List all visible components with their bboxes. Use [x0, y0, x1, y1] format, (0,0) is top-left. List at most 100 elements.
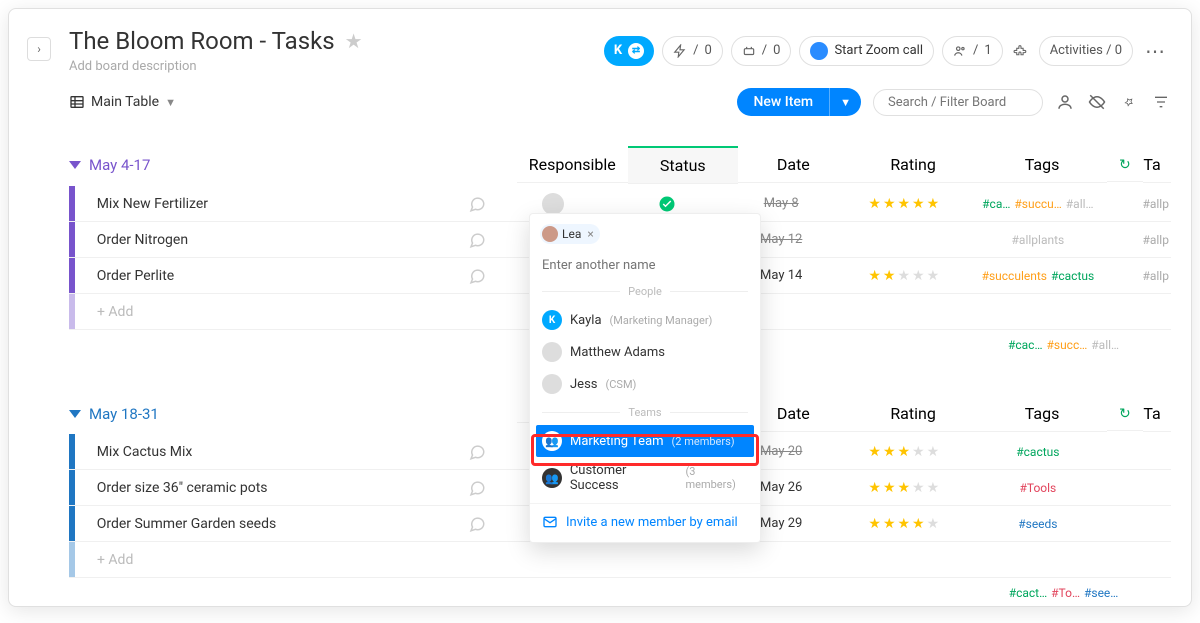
- people-separator: People: [530, 279, 760, 304]
- board-description[interactable]: Add board description: [69, 59, 604, 74]
- person-search-input[interactable]: [530, 252, 760, 279]
- group-collapse-icon[interactable]: [69, 410, 81, 418]
- team-option[interactable]: 👥Customer Success (3 members): [530, 457, 760, 499]
- col-tags[interactable]: Tags: [978, 396, 1107, 432]
- auto2-count: 0: [773, 43, 780, 58]
- task-name[interactable]: Order Summer Garden seeds: [97, 516, 277, 532]
- chevron-down-icon: ▼: [165, 96, 176, 109]
- auto1-count: 0: [704, 43, 711, 58]
- activities-label: Activities / 0: [1050, 43, 1122, 58]
- tags-cell[interactable]: #Tools: [971, 481, 1104, 495]
- people-label: People: [628, 285, 662, 298]
- tags-cell[interactable]: #cactus: [971, 445, 1104, 459]
- chat-icon[interactable]: [468, 443, 486, 461]
- person-name: Matthew Adams: [570, 345, 665, 360]
- automation-2[interactable]: / 0: [731, 36, 792, 66]
- table-icon: [69, 94, 85, 110]
- col-extra[interactable]: Ta: [1143, 147, 1171, 183]
- hide-columns-icon[interactable]: [1087, 93, 1107, 111]
- person-picker-dropdown: Lea × People KKayla (Marketing Manager) M…: [529, 213, 761, 543]
- col-rating[interactable]: Rating: [849, 147, 978, 183]
- new-item-label[interactable]: New Item: [737, 88, 829, 116]
- new-item-button[interactable]: New Item ▼: [737, 88, 861, 116]
- invite-member-link[interactable]: Invite a new member by email: [530, 503, 760, 534]
- zoom-button[interactable]: Start Zoom call: [799, 36, 934, 66]
- auto1-sep: /: [693, 43, 698, 58]
- mail-icon: [542, 514, 558, 530]
- members-button[interactable]: / 1: [942, 36, 1003, 66]
- task-name[interactable]: Order Perlite: [97, 268, 175, 284]
- chat-icon[interactable]: [468, 479, 486, 497]
- task-color-bar: [69, 542, 75, 577]
- robot-icon: [742, 44, 756, 58]
- avatar-icon: K: [542, 310, 562, 330]
- chat-icon[interactable]: [468, 231, 486, 249]
- rating-cell[interactable]: ★★★★★: [838, 516, 971, 532]
- tags-cell[interactable]: #succulents#cactus: [971, 269, 1104, 283]
- members-count: 1: [984, 43, 991, 58]
- group-title[interactable]: May 18-31: [89, 405, 159, 423]
- rating-cell[interactable]: ★★★★★: [838, 196, 971, 212]
- activities-button[interactable]: Activities / 0: [1039, 36, 1133, 66]
- new-item-dropdown[interactable]: ▼: [829, 88, 861, 116]
- filter-icon[interactable]: [1151, 94, 1171, 110]
- tags-cell[interactable]: #seeds: [971, 517, 1104, 531]
- favorite-star-icon[interactable]: ★: [345, 29, 363, 53]
- back-button[interactable]: ›: [27, 37, 51, 61]
- teams-label: Teams: [628, 406, 661, 419]
- team-option-highlighted[interactable]: 👥Marketing Team (2 members): [536, 425, 754, 457]
- chat-icon[interactable]: [468, 267, 486, 285]
- more-menu-icon[interactable]: ⋯: [1141, 39, 1171, 63]
- col-status[interactable]: Status: [628, 146, 739, 184]
- view-selector[interactable]: Main Table ▼: [69, 94, 176, 110]
- group-collapse-icon[interactable]: [69, 161, 81, 169]
- task-name[interactable]: Order Nitrogen: [97, 232, 188, 248]
- rating-cell[interactable]: ★★★★★: [838, 480, 971, 496]
- task-color-bar: [69, 294, 75, 329]
- chat-icon[interactable]: [468, 515, 486, 533]
- board-title: The Bloom Room - Tasks ★: [69, 27, 604, 55]
- puzzle-icon: [1013, 43, 1029, 59]
- responsible-cell[interactable]: [496, 193, 610, 215]
- automation-1[interactable]: / 0: [662, 36, 723, 66]
- group-title[interactable]: May 4-17: [89, 156, 150, 174]
- team-icon: 👥: [542, 468, 562, 488]
- rating-cell[interactable]: ★★★★★: [838, 444, 971, 460]
- person-option[interactable]: Matthew Adams: [530, 336, 760, 368]
- col-tags[interactable]: Tags: [978, 147, 1107, 183]
- task-name[interactable]: Order size 36" ceramic pots: [97, 480, 268, 496]
- selected-person-chip[interactable]: Lea ×: [540, 224, 600, 244]
- bolt-icon: [673, 44, 687, 58]
- col-date[interactable]: Date: [738, 147, 849, 183]
- board-title-text[interactable]: The Bloom Room - Tasks: [69, 27, 335, 55]
- person-option[interactable]: Jess (CSM): [530, 368, 760, 400]
- pin-icon[interactable]: [1119, 94, 1139, 110]
- remove-chip-icon[interactable]: ×: [587, 227, 593, 241]
- add-task-label[interactable]: + Add: [75, 552, 517, 568]
- person-option[interactable]: KKayla (Marketing Manager): [530, 304, 760, 336]
- col-arrow-icon[interactable]: ↻: [1107, 149, 1144, 182]
- rating-cell[interactable]: ★★★★★: [838, 268, 971, 284]
- add-task-label[interactable]: + Add: [75, 304, 517, 320]
- team-icon: 👥: [542, 431, 562, 451]
- plugin-button[interactable]: [1011, 36, 1031, 66]
- col-extra[interactable]: Ta: [1143, 396, 1171, 432]
- summary-tags: #cact…#To…#see…: [995, 578, 1132, 607]
- tags-cell[interactable]: #allplants: [971, 233, 1104, 247]
- task-name[interactable]: Mix Cactus Mix: [97, 444, 193, 460]
- status-cell[interactable]: [610, 195, 724, 213]
- chat-icon[interactable]: [468, 195, 486, 213]
- zoom-icon: [810, 42, 828, 60]
- team-members: (3 members): [686, 465, 749, 491]
- task-name[interactable]: Mix New Fertilizer: [97, 196, 208, 212]
- person-filter-icon[interactable]: [1055, 93, 1075, 111]
- col-responsible[interactable]: Responsible: [517, 147, 628, 183]
- date-cell[interactable]: May 8: [724, 196, 838, 211]
- search-input[interactable]: [873, 89, 1043, 116]
- integration-badge[interactable]: K ⇄: [604, 36, 654, 66]
- col-rating[interactable]: Rating: [849, 396, 978, 432]
- tags-cell[interactable]: #ca…#succu…#all…: [971, 197, 1104, 211]
- col-arrow-icon[interactable]: ↻: [1107, 398, 1144, 431]
- avatar-icon: [542, 226, 558, 242]
- add-task-row[interactable]: + Add: [69, 542, 1171, 578]
